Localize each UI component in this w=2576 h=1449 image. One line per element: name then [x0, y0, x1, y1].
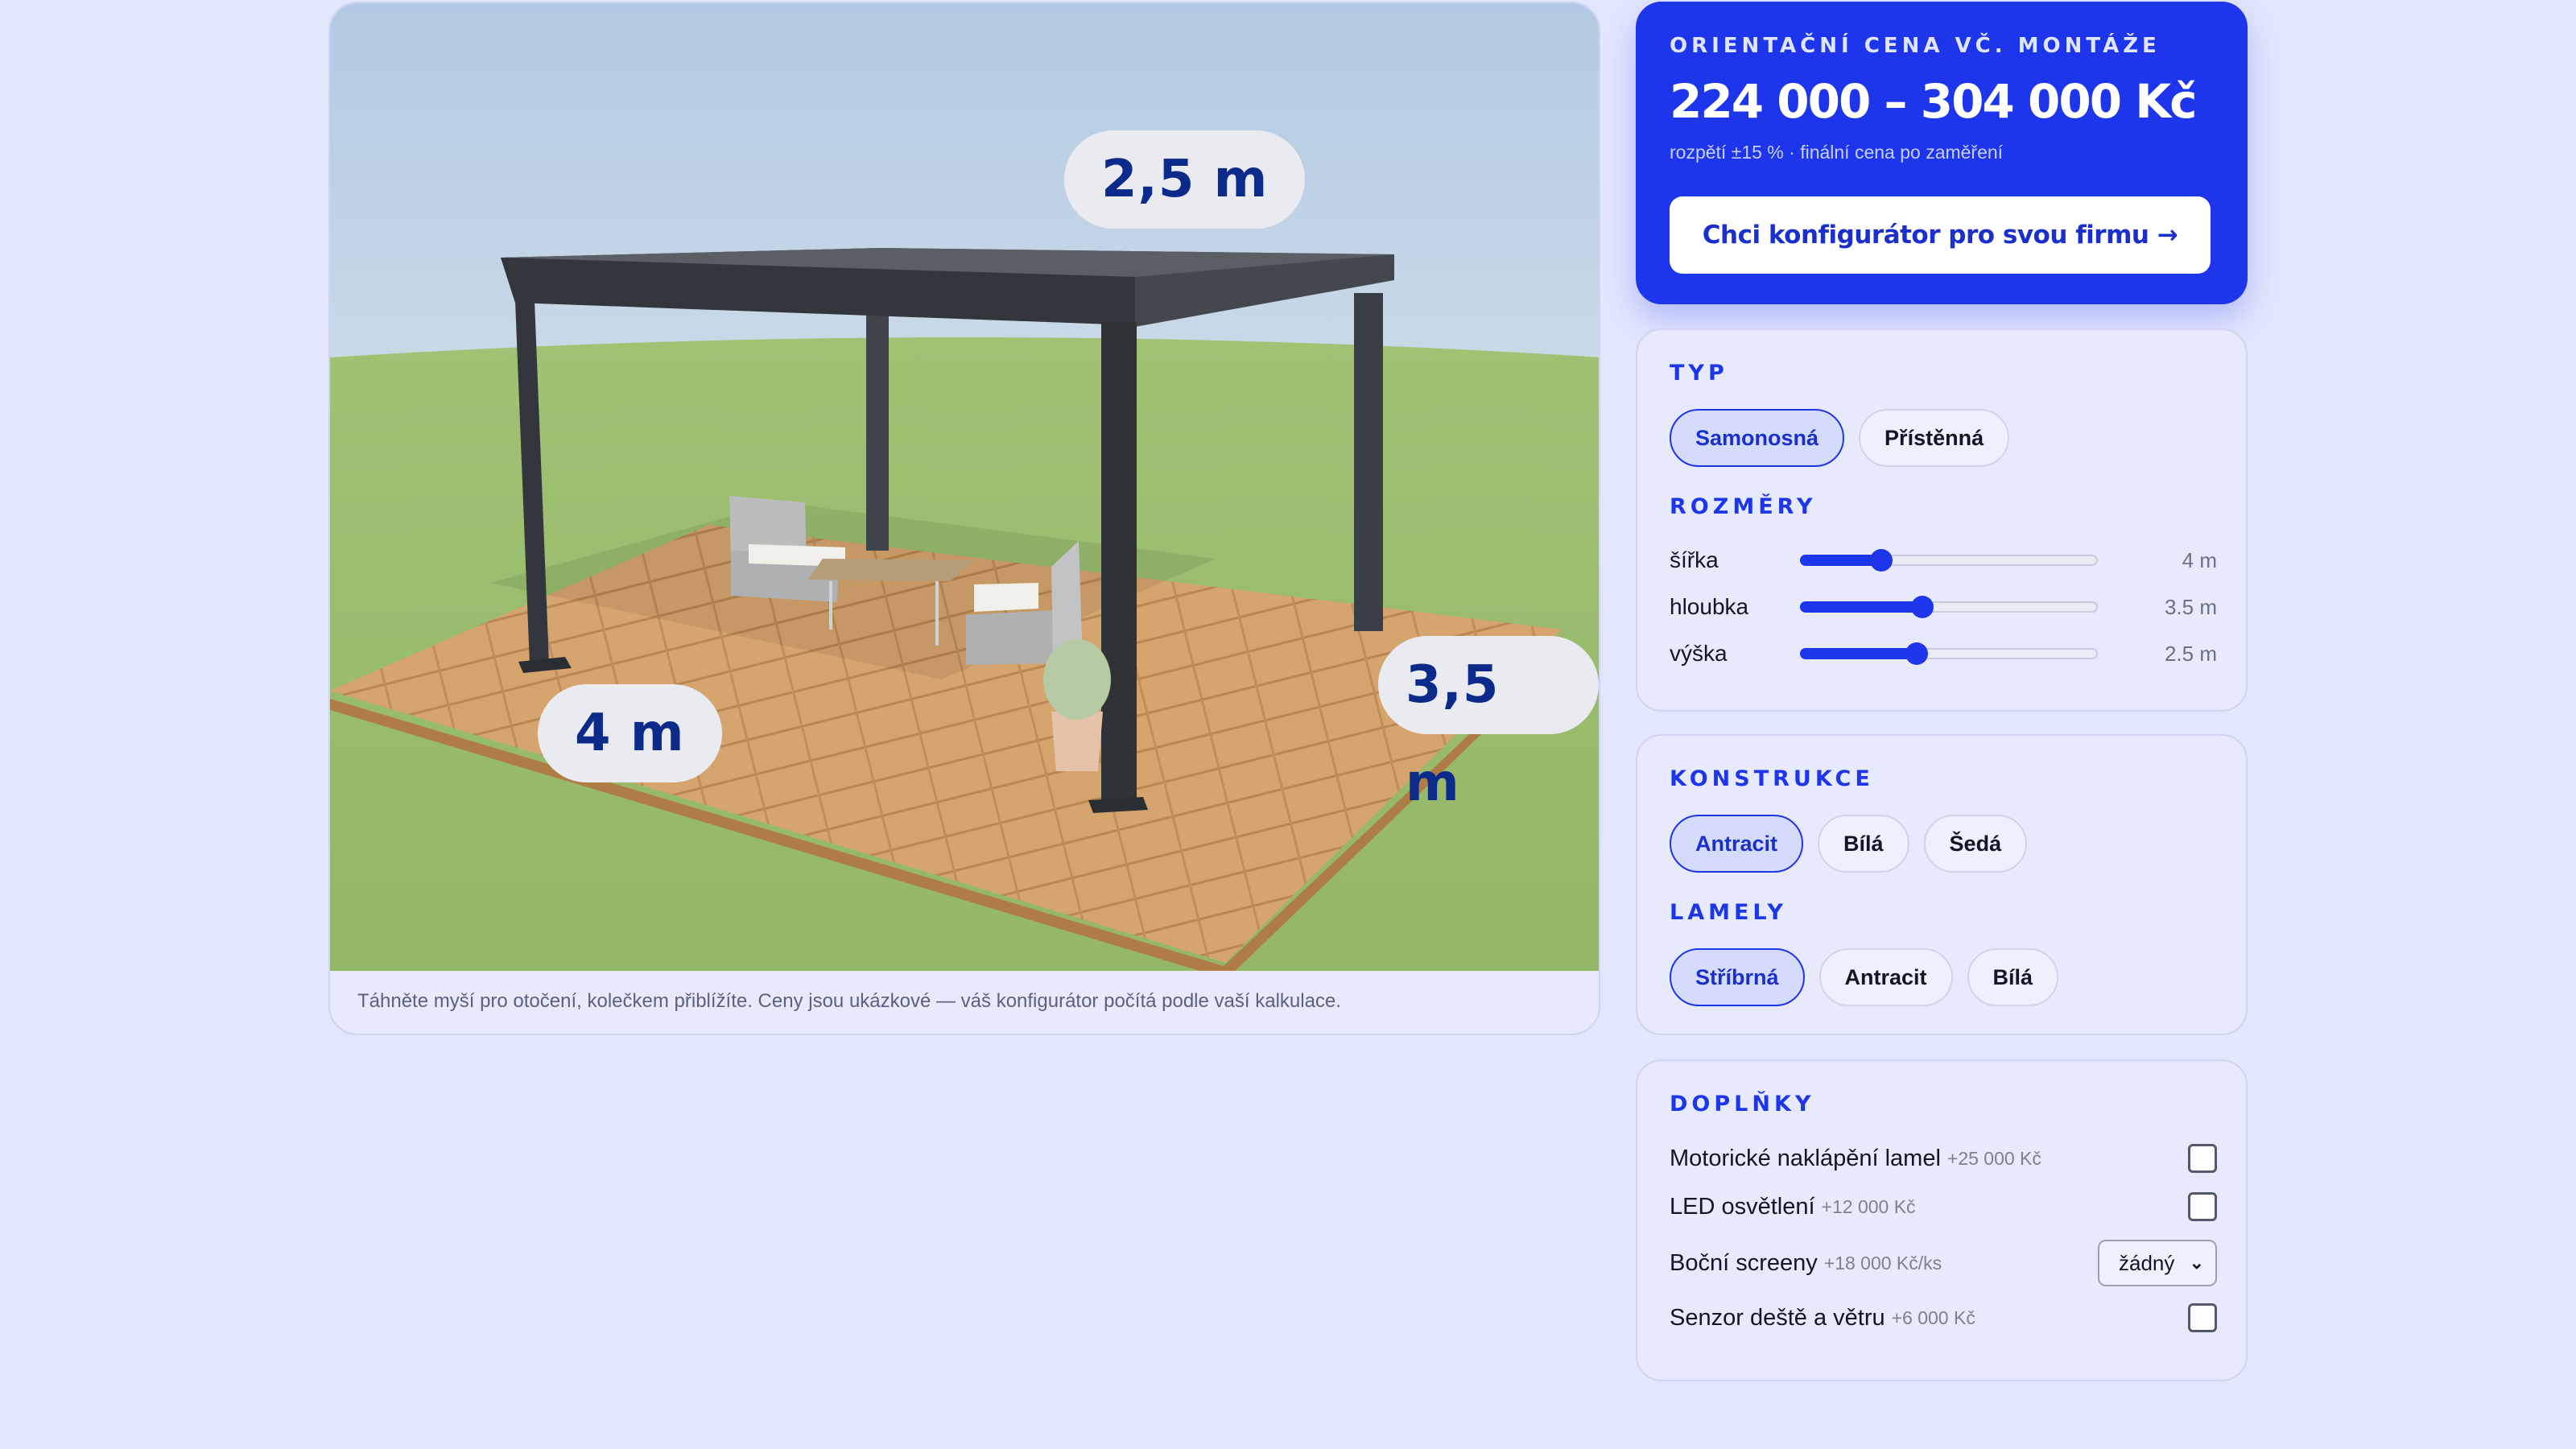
slider-label-width: šířka	[1670, 547, 1719, 572]
frame-color-antracit[interactable]: Antracit	[1670, 815, 1804, 873]
height-slider[interactable]	[1800, 642, 2098, 665]
addon-label-led: LED osvětlení	[1670, 1193, 1815, 1220]
section-title-konstrukce: KONSTRUKCE	[1670, 766, 1874, 791]
viewer-hint: Táhněte myší pro otočení, kolečkem přibl…	[357, 990, 1341, 1012]
color-card: KONSTRUKCE Antracit Bílá Šedá LAMELY Stř…	[1636, 734, 2248, 1035]
section-title-lamely: LAMELY	[1670, 900, 1787, 925]
addon-price-led: +12 000 Kč	[1821, 1195, 1916, 1217]
height-dimension-label: 2,5 m	[1064, 130, 1306, 229]
width-slider-thumb[interactable]	[1869, 549, 1893, 572]
addon-sensor: Senzor deště a větru +6 000 Kč	[1670, 1298, 2217, 1338]
slider-row-depth: hloubka 3.5 m	[1670, 591, 2217, 623]
slider-value-height: 2.5 m	[2164, 641, 2217, 666]
addon-price-screens: +18 000 Kč/ks	[1823, 1252, 1942, 1274]
addon-checkbox-sensor[interactable]	[2188, 1303, 2217, 1332]
frame-color-seda[interactable]: Šedá	[1923, 815, 2028, 873]
height-slider-thumb[interactable]	[1905, 642, 1928, 665]
addon-checkbox-motor[interactable]	[2188, 1144, 2217, 1173]
depth-dimension-label: 3,5 m	[1378, 636, 1599, 813]
addon-label-screens: Boční screeny	[1670, 1249, 1818, 1276]
louver-color-antracit[interactable]: Antracit	[1818, 948, 1953, 1006]
screens-select[interactable]: žádný ⌄	[2098, 1240, 2217, 1286]
type-option-pristenna[interactable]: Přístěnná	[1859, 409, 2010, 467]
post-back-right	[1354, 293, 1383, 631]
louver-color-options: Stříbrná Antracit Bílá	[1670, 948, 2059, 1006]
type-options: Samonosná Přístěnná	[1670, 409, 2010, 467]
price-note: rozpětí ±15 % · finální cena po zaměření	[1670, 142, 2004, 163]
3d-scene[interactable]	[330, 3, 1599, 971]
post-back-left	[866, 309, 889, 551]
section-title-rozmery: ROZMĚRY	[1670, 494, 1817, 519]
slider-value-width: 4 m	[2182, 547, 2217, 572]
addon-label-sensor: Senzor deště a větru	[1670, 1304, 1885, 1331]
post-front-right	[1101, 322, 1137, 805]
cta-button[interactable]: Chci konfigurátor pro svou firmu →	[1670, 196, 2211, 274]
type-dimensions-card: TYP Samonosná Přístěnná ROZMĚRY šířka 4 …	[1636, 328, 2248, 712]
price-card: ORIENTAČNÍ CENA VČ. MONTÁŽE 224 000 – 30…	[1636, 2, 2248, 304]
addon-price-motor: +25 000 Kč	[1946, 1147, 2041, 1169]
width-dimension-label: 4 m	[538, 684, 722, 782]
screens-select-value: žádný	[2119, 1250, 2175, 1275]
width-slider[interactable]	[1800, 549, 2098, 572]
addon-led: LED osvětlení +12 000 Kč	[1670, 1187, 2217, 1227]
slider-label-depth: hloubka	[1670, 594, 1749, 619]
price-eyebrow: ORIENTAČNÍ CENA VČ. MONTÁŽE	[1670, 34, 2161, 58]
section-title-typ: TYP	[1670, 361, 1728, 386]
slider-label-height: výška	[1670, 641, 1728, 666]
frame-color-bila[interactable]: Bílá	[1818, 815, 1909, 873]
louver-color-bila[interactable]: Bílá	[1967, 948, 2059, 1006]
depth-slider-thumb[interactable]	[1911, 596, 1934, 618]
addon-price-sensor: +6 000 Kč	[1891, 1307, 1975, 1328]
pergola-3d-viewer[interactable]: 2,5 m 4 m 3,5 m Táhněte myší pro otočení…	[328, 2, 1600, 1035]
addon-motor: Motorické naklápění lamel +25 000 Kč	[1670, 1138, 2217, 1179]
louver-color-stribrna[interactable]: Stříbrná	[1670, 948, 1805, 1006]
slider-value-depth: 3.5 m	[2164, 594, 2217, 619]
slider-row-width: šířka 4 m	[1670, 544, 2217, 576]
slider-row-height: výška 2.5 m	[1670, 638, 2217, 670]
section-title-doplnky: DOPLŇKY	[1670, 1092, 1815, 1117]
addons-card: DOPLŇKY Motorické naklápění lamel +25 00…	[1636, 1059, 2248, 1381]
addon-label-motor: Motorické naklápění lamel	[1670, 1145, 1941, 1171]
chevron-down-icon: ⌄	[2189, 1253, 2204, 1273]
addon-checkbox-led[interactable]	[2188, 1192, 2217, 1221]
type-option-samonosna[interactable]: Samonosná	[1670, 409, 1845, 467]
addon-screens: Boční screeny +18 000 Kč/ks žádný ⌄	[1670, 1240, 2217, 1286]
depth-slider[interactable]	[1800, 596, 2098, 618]
price-value: 224 000 – 304 000 Kč	[1670, 74, 2198, 129]
frame-color-options: Antracit Bílá Šedá	[1670, 815, 2028, 873]
